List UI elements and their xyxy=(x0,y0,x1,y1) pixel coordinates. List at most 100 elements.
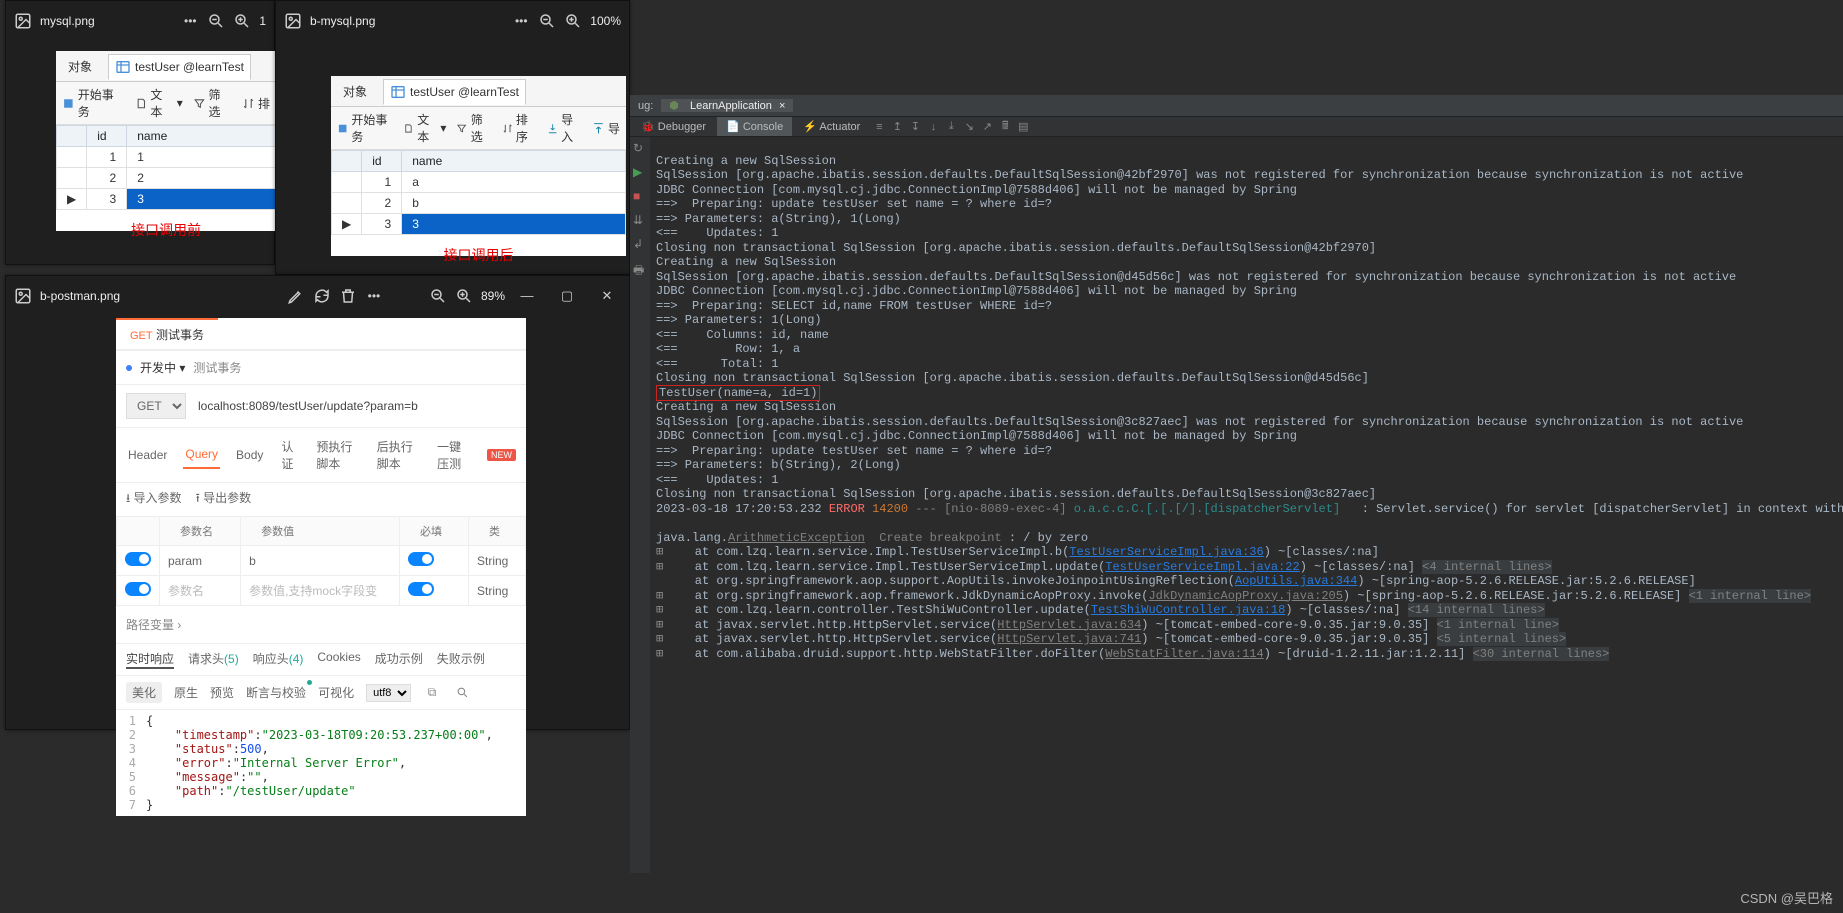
zoom-out-icon[interactable] xyxy=(538,12,556,30)
path-variables-toggle[interactable]: 路径变量 › xyxy=(116,606,526,643)
export-params-button[interactable]: ⭱ 导出参数 xyxy=(196,489,252,510)
env-select[interactable]: 开发中 ▾ xyxy=(140,359,185,376)
stack-link[interactable]: TestUserServiceImpl.java:36 xyxy=(1069,545,1263,559)
step-icon[interactable]: ↘ xyxy=(961,120,977,133)
close-button[interactable]: ✕ xyxy=(593,288,621,304)
edit-icon[interactable] xyxy=(287,287,305,305)
text-button[interactable]: 文本 ▾ xyxy=(135,86,183,120)
url-input[interactable] xyxy=(194,395,516,417)
wrap-icon[interactable]: ↲ xyxy=(633,237,647,251)
fmt-raw[interactable]: 原生 xyxy=(174,684,198,701)
begin-transaction-button[interactable]: 开始事务 xyxy=(337,111,393,145)
search-icon[interactable] xyxy=(453,684,471,702)
zoom-in-icon[interactable] xyxy=(233,12,251,30)
import-params-button[interactable]: ⭳ 导入参数 xyxy=(126,489,182,510)
enable-toggle[interactable] xyxy=(125,582,151,596)
param-name-input[interactable]: param xyxy=(160,546,241,576)
resp-tab-resph[interactable]: 响应头(4) xyxy=(253,650,304,669)
down-icon[interactable]: ↧ xyxy=(907,120,923,133)
tab-objects[interactable]: 对象 xyxy=(337,79,373,104)
list-icon[interactable]: ▤ xyxy=(1015,120,1031,133)
maximize-button[interactable]: ▢ xyxy=(553,288,581,304)
console-output[interactable]: Creating a new SqlSession SqlSession [or… xyxy=(650,137,1843,873)
scroll-icon[interactable]: ⇊ xyxy=(633,213,647,227)
begin-transaction-button[interactable]: 开始事务 xyxy=(62,86,125,120)
encoding-select[interactable]: utf8 xyxy=(366,684,411,702)
method-select[interactable]: GET xyxy=(126,393,186,419)
sort-button[interactable]: 排 xyxy=(242,95,270,112)
stack-link[interactable]: WebStatFilter.java:114 xyxy=(1105,647,1263,661)
stack-link[interactable]: AopUtils.java:344 xyxy=(1235,574,1357,588)
response-body[interactable]: 1{ 2 "timestamp": "2023-03-18T09:20:53.2… xyxy=(116,710,526,816)
col-name[interactable]: name xyxy=(402,151,626,172)
tab-objects[interactable]: 对象 xyxy=(62,54,98,79)
more-icon[interactable]: ••• xyxy=(512,12,530,30)
tab-table[interactable]: testUser @learnTest xyxy=(108,54,251,80)
zoom-in-icon[interactable] xyxy=(455,287,473,305)
fmt-beautify[interactable]: 美化 xyxy=(126,682,162,703)
print-icon[interactable]: 🖶 xyxy=(633,261,647,275)
fmt-assert[interactable]: 断言与校验 xyxy=(246,684,306,701)
fmt-visual[interactable]: 可视化 xyxy=(318,684,354,701)
calc-icon[interactable]: 🖩 xyxy=(997,117,1013,136)
subtab-post[interactable]: 后执行脚本 xyxy=(375,432,421,478)
param-type[interactable]: String xyxy=(469,576,526,606)
enable-toggle[interactable] xyxy=(125,552,151,566)
stack-link[interactable]: TestShiWuController.java:18 xyxy=(1091,603,1285,617)
copy-icon[interactable]: ⧉ xyxy=(423,684,441,702)
import-button[interactable]: 导入 xyxy=(547,111,582,145)
param-value-placeholder[interactable]: 参数值,支持mock字段变 xyxy=(241,576,400,606)
tab-actuator[interactable]: ⚡ Actuator xyxy=(794,117,869,136)
subtab-header[interactable]: Header xyxy=(126,442,169,468)
step2-icon[interactable]: ↗ xyxy=(979,120,995,133)
filter-button[interactable]: 筛选 xyxy=(193,86,232,120)
col-name[interactable]: name xyxy=(127,126,276,147)
stop-icon[interactable]: ■ xyxy=(633,189,647,203)
required-toggle[interactable] xyxy=(408,582,434,596)
text-button[interactable]: 文本 ▾ xyxy=(403,111,446,145)
down2-icon[interactable]: ↓ xyxy=(925,121,941,133)
resp-tab-fail[interactable]: 失败示例 xyxy=(437,650,485,669)
col-id[interactable]: id xyxy=(362,151,402,172)
required-toggle[interactable] xyxy=(408,552,434,566)
request-tab[interactable]: GET 测试事务 xyxy=(116,318,218,349)
resp-tab-cookies[interactable]: Cookies xyxy=(317,650,360,669)
subtab-query[interactable]: Query xyxy=(183,441,220,469)
zoom-out-icon[interactable] xyxy=(429,287,447,305)
run-config-tab[interactable]: ⬢ LearnApplication × xyxy=(661,99,793,112)
resp-tab-succ[interactable]: 成功示例 xyxy=(375,650,423,669)
col-id[interactable]: id xyxy=(87,126,127,147)
param-value-input[interactable]: b xyxy=(241,546,400,576)
filter-button[interactable]: 筛选 xyxy=(456,111,491,145)
down3-icon[interactable]: ⤓ xyxy=(943,120,959,133)
stack-link[interactable]: JdkDynamicAopProxy.java:205 xyxy=(1148,589,1342,603)
resp-tab-live[interactable]: 实时响应 xyxy=(126,650,174,669)
refresh-icon[interactable] xyxy=(313,287,331,305)
up-icon[interactable]: ↥ xyxy=(889,120,905,133)
param-type[interactable]: String xyxy=(469,546,526,576)
param-name-placeholder[interactable]: 参数名 xyxy=(160,576,241,606)
export-button[interactable]: 导 xyxy=(592,120,620,137)
fmt-preview[interactable]: 预览 xyxy=(210,684,234,701)
delete-icon[interactable] xyxy=(339,287,357,305)
resp-tab-reqh[interactable]: 请求头(5) xyxy=(188,650,239,669)
subtab-auth[interactable]: 认证 xyxy=(279,432,300,478)
tab-table[interactable]: testUser @learnTest xyxy=(383,79,526,105)
more-icon[interactable]: ••• xyxy=(365,287,383,305)
zoom-out-icon[interactable] xyxy=(207,12,225,30)
subtab-pre[interactable]: 预执行脚本 xyxy=(314,432,360,478)
resume-icon[interactable]: ▶ xyxy=(633,165,647,179)
zoom-in-icon[interactable] xyxy=(564,12,582,30)
tab-debugger[interactable]: 🐞 Debugger xyxy=(632,117,715,136)
stack-link[interactable]: HttpServlet.java:634 xyxy=(997,618,1141,632)
tab-console[interactable]: 📄 Console xyxy=(717,117,792,136)
rerun-icon[interactable]: ↻ xyxy=(633,141,647,155)
minimize-button[interactable]: — xyxy=(513,288,541,304)
subtab-onekey[interactable]: 一键压测 xyxy=(435,432,473,478)
subtab-body[interactable]: Body xyxy=(234,442,265,468)
settings-icon[interactable]: ≡ xyxy=(871,121,887,133)
stack-link[interactable]: TestUserServiceImpl.java:22 xyxy=(1105,560,1299,574)
sort-button[interactable]: 排序 xyxy=(502,111,537,145)
more-icon[interactable]: ••• xyxy=(181,12,199,30)
stack-link[interactable]: HttpServlet.java:741 xyxy=(997,632,1141,646)
